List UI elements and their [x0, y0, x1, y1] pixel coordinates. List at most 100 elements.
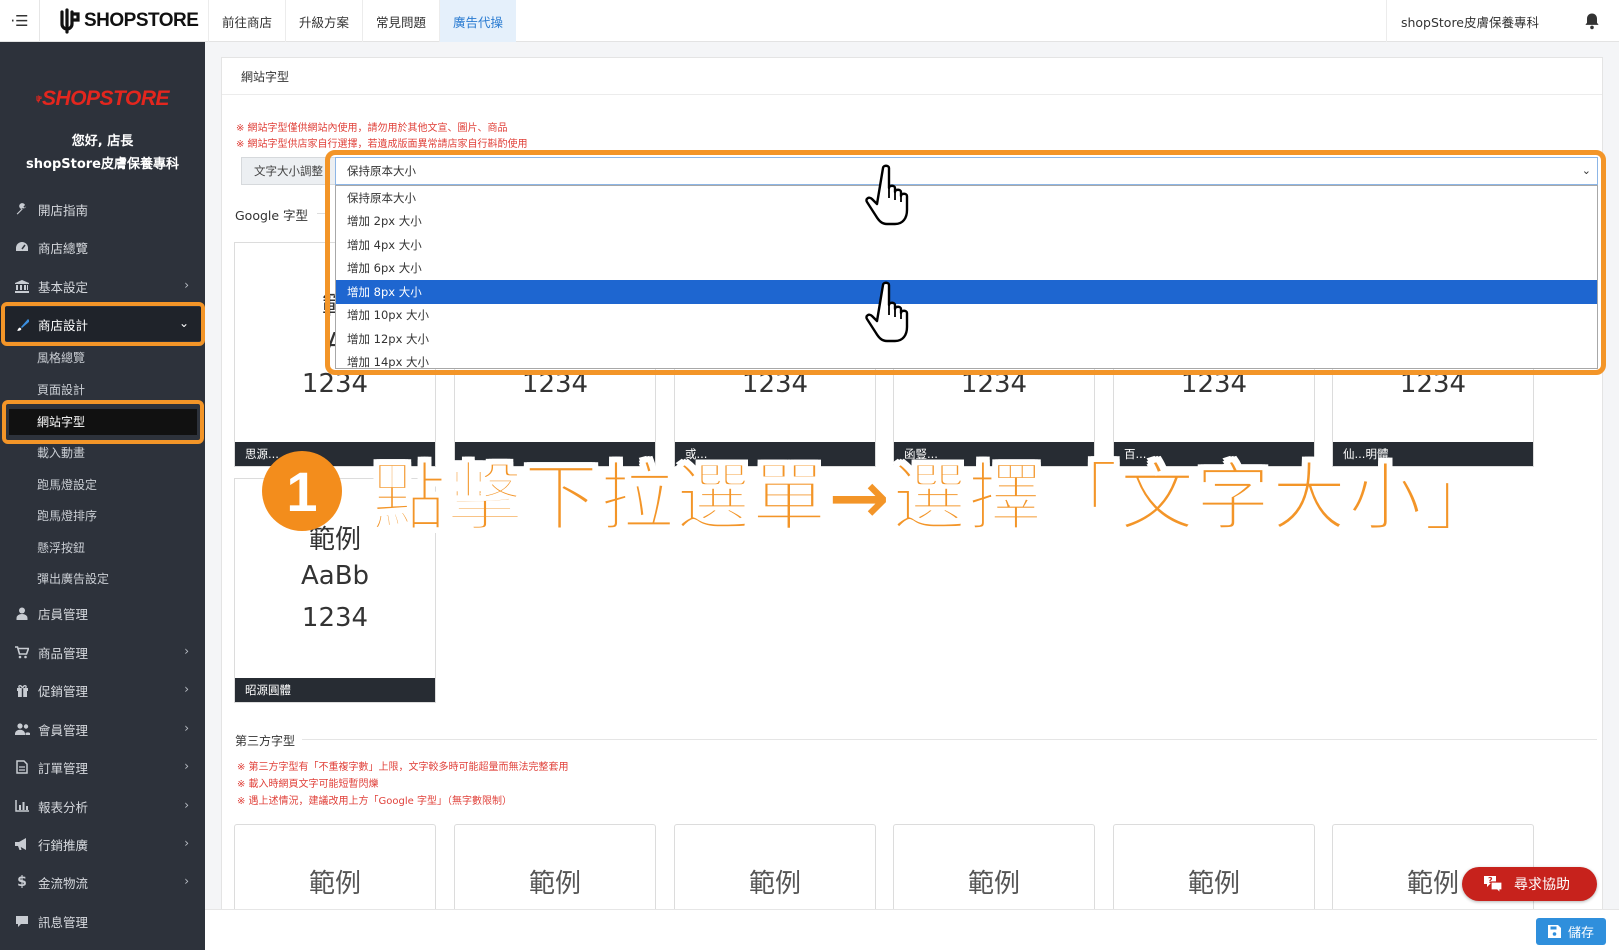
chart-icon: [14, 798, 30, 814]
sub-item-marquee-settings[interactable]: 跑馬燈設定: [0, 469, 205, 500]
sidebar-item-promotions[interactable]: 促銷管理 ›: [0, 673, 205, 707]
hamburger-icon[interactable]: ·☰: [0, 0, 40, 42]
font-size-select[interactable]: 保持原本大小 ⌄: [335, 157, 1598, 185]
font-size-option[interactable]: 增加 4px 大小: [336, 233, 1597, 257]
sidebar-item-label: 基本設定: [38, 279, 89, 295]
sidebar-item-marketing[interactable]: 行銷推廣 ›: [0, 827, 205, 861]
sub-item-popup-ad[interactable]: 彈出廣告設定: [0, 563, 205, 594]
sidebar-item-basic-settings[interactable]: 基本設定 ›: [0, 269, 205, 303]
font-sample-line: AaBb: [300, 561, 370, 591]
chevron-right-icon: ›: [184, 874, 189, 888]
font-sample-line: 範例: [1187, 869, 1240, 899]
top-nav: 前往商店 升級方案 常見問題 廣告代操: [208, 0, 517, 42]
chevron-right-icon: ›: [184, 836, 189, 850]
font-size-selected-value: 保持原本大小: [347, 164, 416, 178]
message-icon: [14, 913, 30, 929]
font-sample-line: 1234: [1180, 369, 1248, 399]
users-icon: [14, 721, 30, 737]
cart-icon: [14, 644, 30, 660]
chevron-right-icon: ›: [184, 644, 189, 658]
user-icon: [14, 605, 30, 621]
divider: [317, 213, 325, 214]
sidebar-item-label: 促銷管理: [38, 683, 89, 699]
font-sample-line: 1234: [521, 369, 589, 399]
font-size-option[interactable]: 保持原本大小: [336, 186, 1597, 210]
save-icon: [1547, 925, 1561, 938]
svg-text:?: ?: [1488, 876, 1493, 885]
sub-item-page-design[interactable]: 頁面設計: [0, 374, 205, 405]
font-sample-line: 1234: [960, 369, 1028, 399]
brush-icon: [14, 316, 30, 332]
sub-item-floating-button[interactable]: 懸浮按鈕: [0, 532, 205, 563]
sidebar-logo: SHOPSTORE: [36, 84, 169, 114]
third-party-fonts-heading: 第三方字型: [235, 734, 296, 748]
wrench-icon: [14, 201, 30, 217]
brand-name: SHOPSTORE: [84, 10, 199, 31]
font-sample-line: 1234: [301, 603, 369, 633]
font-size-dropdown-list: 保持原本大小 增加 2px 大小 增加 4px 大小 增加 6px 大小 增加 …: [335, 185, 1598, 369]
step-number-badge: 1: [262, 451, 342, 531]
sidebar-item-members[interactable]: 會員管理 ›: [0, 712, 205, 746]
sidebar-item-store-design[interactable]: 商店設計 ⌄: [0, 307, 205, 341]
sidebar-item-payment-logistics[interactable]: $ 金流物流 ›: [0, 865, 205, 899]
help-button[interactable]: ? 尋求協助: [1462, 867, 1597, 901]
sidebar-item-label: 會員管理: [38, 722, 89, 738]
sidebar-item-label: 商品管理: [38, 645, 89, 661]
nav-store-link[interactable]: 前往商店: [208, 0, 285, 42]
divider: [302, 739, 1597, 740]
nav-upgrade-plan[interactable]: 升級方案: [285, 0, 362, 42]
font-card-caption: 昭源圓體: [235, 678, 435, 702]
store-name-menu[interactable]: shopStore皮膚保養專科: [1385, 0, 1539, 42]
chevron-right-icon: ›: [184, 759, 189, 773]
font-size-option[interactable]: 增加 2px 大小: [336, 210, 1597, 234]
sub-item-site-fonts[interactable]: 網站字型: [0, 406, 205, 437]
sidebar-store-name: shopStore皮膚保養專科: [26, 157, 179, 172]
chevron-down-icon: ⌄: [1581, 164, 1591, 177]
sidebar-item-overview[interactable]: 商店總覽: [0, 230, 205, 264]
font-size-option[interactable]: 增加 6px 大小: [336, 257, 1597, 281]
font-size-label: 文字大小調整: [241, 157, 335, 185]
sub-item-style-overview[interactable]: 風格總覽: [0, 342, 205, 373]
sidebar-item-orders[interactable]: 訂單管理 ›: [0, 750, 205, 784]
sidebar-item-label: 金流物流: [38, 875, 89, 891]
bottom-action-bar: [205, 909, 1619, 950]
sidebar-item-messages[interactable]: 訊息管理: [0, 904, 205, 938]
third-party-notice-2: ※ 載入時網頁文字可能短暫閃爍: [237, 779, 379, 790]
font-size-option[interactable]: 增加 14px 大小: [336, 351, 1597, 368]
third-party-notice-1: ※ 第三方字型有「不重複字數」上限，文字較多時可能超量而無法完整套用: [237, 762, 569, 773]
font-size-option[interactable]: 增加 10px 大小: [336, 304, 1597, 328]
bell-icon[interactable]: [1583, 12, 1601, 30]
logo-mark-icon: [60, 8, 80, 34]
sidebar-item-reports[interactable]: 報表分析 ›: [0, 789, 205, 823]
chevron-right-icon: ›: [184, 278, 189, 292]
sidebar-item-label: 報表分析: [38, 799, 89, 815]
sidebar-item-label: 行銷推廣: [38, 837, 89, 853]
sidebar-item-products[interactable]: 商品管理 ›: [0, 635, 205, 669]
nav-faq[interactable]: 常見問題: [362, 0, 439, 42]
sidebar-item-label: 店員管理: [38, 606, 89, 622]
sidebar-item-label: 商店總覽: [38, 240, 89, 256]
file-icon: [14, 759, 30, 775]
brand-logo[interactable]: SHOPSTORE: [58, 6, 199, 36]
sidebar-item-label: 訊息管理: [38, 914, 89, 930]
top-bar: ·☰ SHOPSTORE 前往商店 升級方案 常見問題 廣告代操 shopSto…: [0, 0, 1619, 42]
sub-item-loading-animation[interactable]: 載入動畫: [0, 437, 205, 468]
third-party-notice-3: ※ 遇上述情況，建議改用上方「Google 字型」（無字數限制）: [237, 796, 512, 807]
sidebar-item-staff[interactable]: 店員管理: [0, 596, 205, 630]
panel-title: 網站字型: [222, 58, 1602, 95]
sidebar-logo-text: SHOPSTORE: [42, 87, 169, 110]
font-notice-1: ※ 網站字型僅供網站內使用，請勿用於其他文宣、圖片、商品: [236, 123, 508, 134]
font-size-option[interactable]: 增加 12px 大小: [336, 327, 1597, 351]
dollar-icon: $: [17, 874, 27, 890]
font-sample-line: 1234: [301, 369, 369, 399]
sub-item-marquee-order[interactable]: 跑馬燈排序: [0, 500, 205, 531]
sidebar-item-label: 訂單管理: [38, 760, 89, 776]
font-sample-line: 範例: [308, 869, 361, 899]
font-size-option-highlighted[interactable]: 增加 8px 大小: [336, 280, 1597, 304]
sidebar-item-guide[interactable]: 開店指南: [0, 192, 205, 226]
dashboard-icon: [14, 239, 30, 255]
nav-ad-service[interactable]: 廣告代操: [439, 0, 517, 42]
save-button[interactable]: 儲存: [1536, 918, 1606, 945]
google-fonts-heading: Google 字型: [235, 208, 309, 223]
font-notice-2: ※ 網站字型供店家自行選擇，若遺成版面異常請店家自行斟酌使用: [236, 139, 528, 150]
